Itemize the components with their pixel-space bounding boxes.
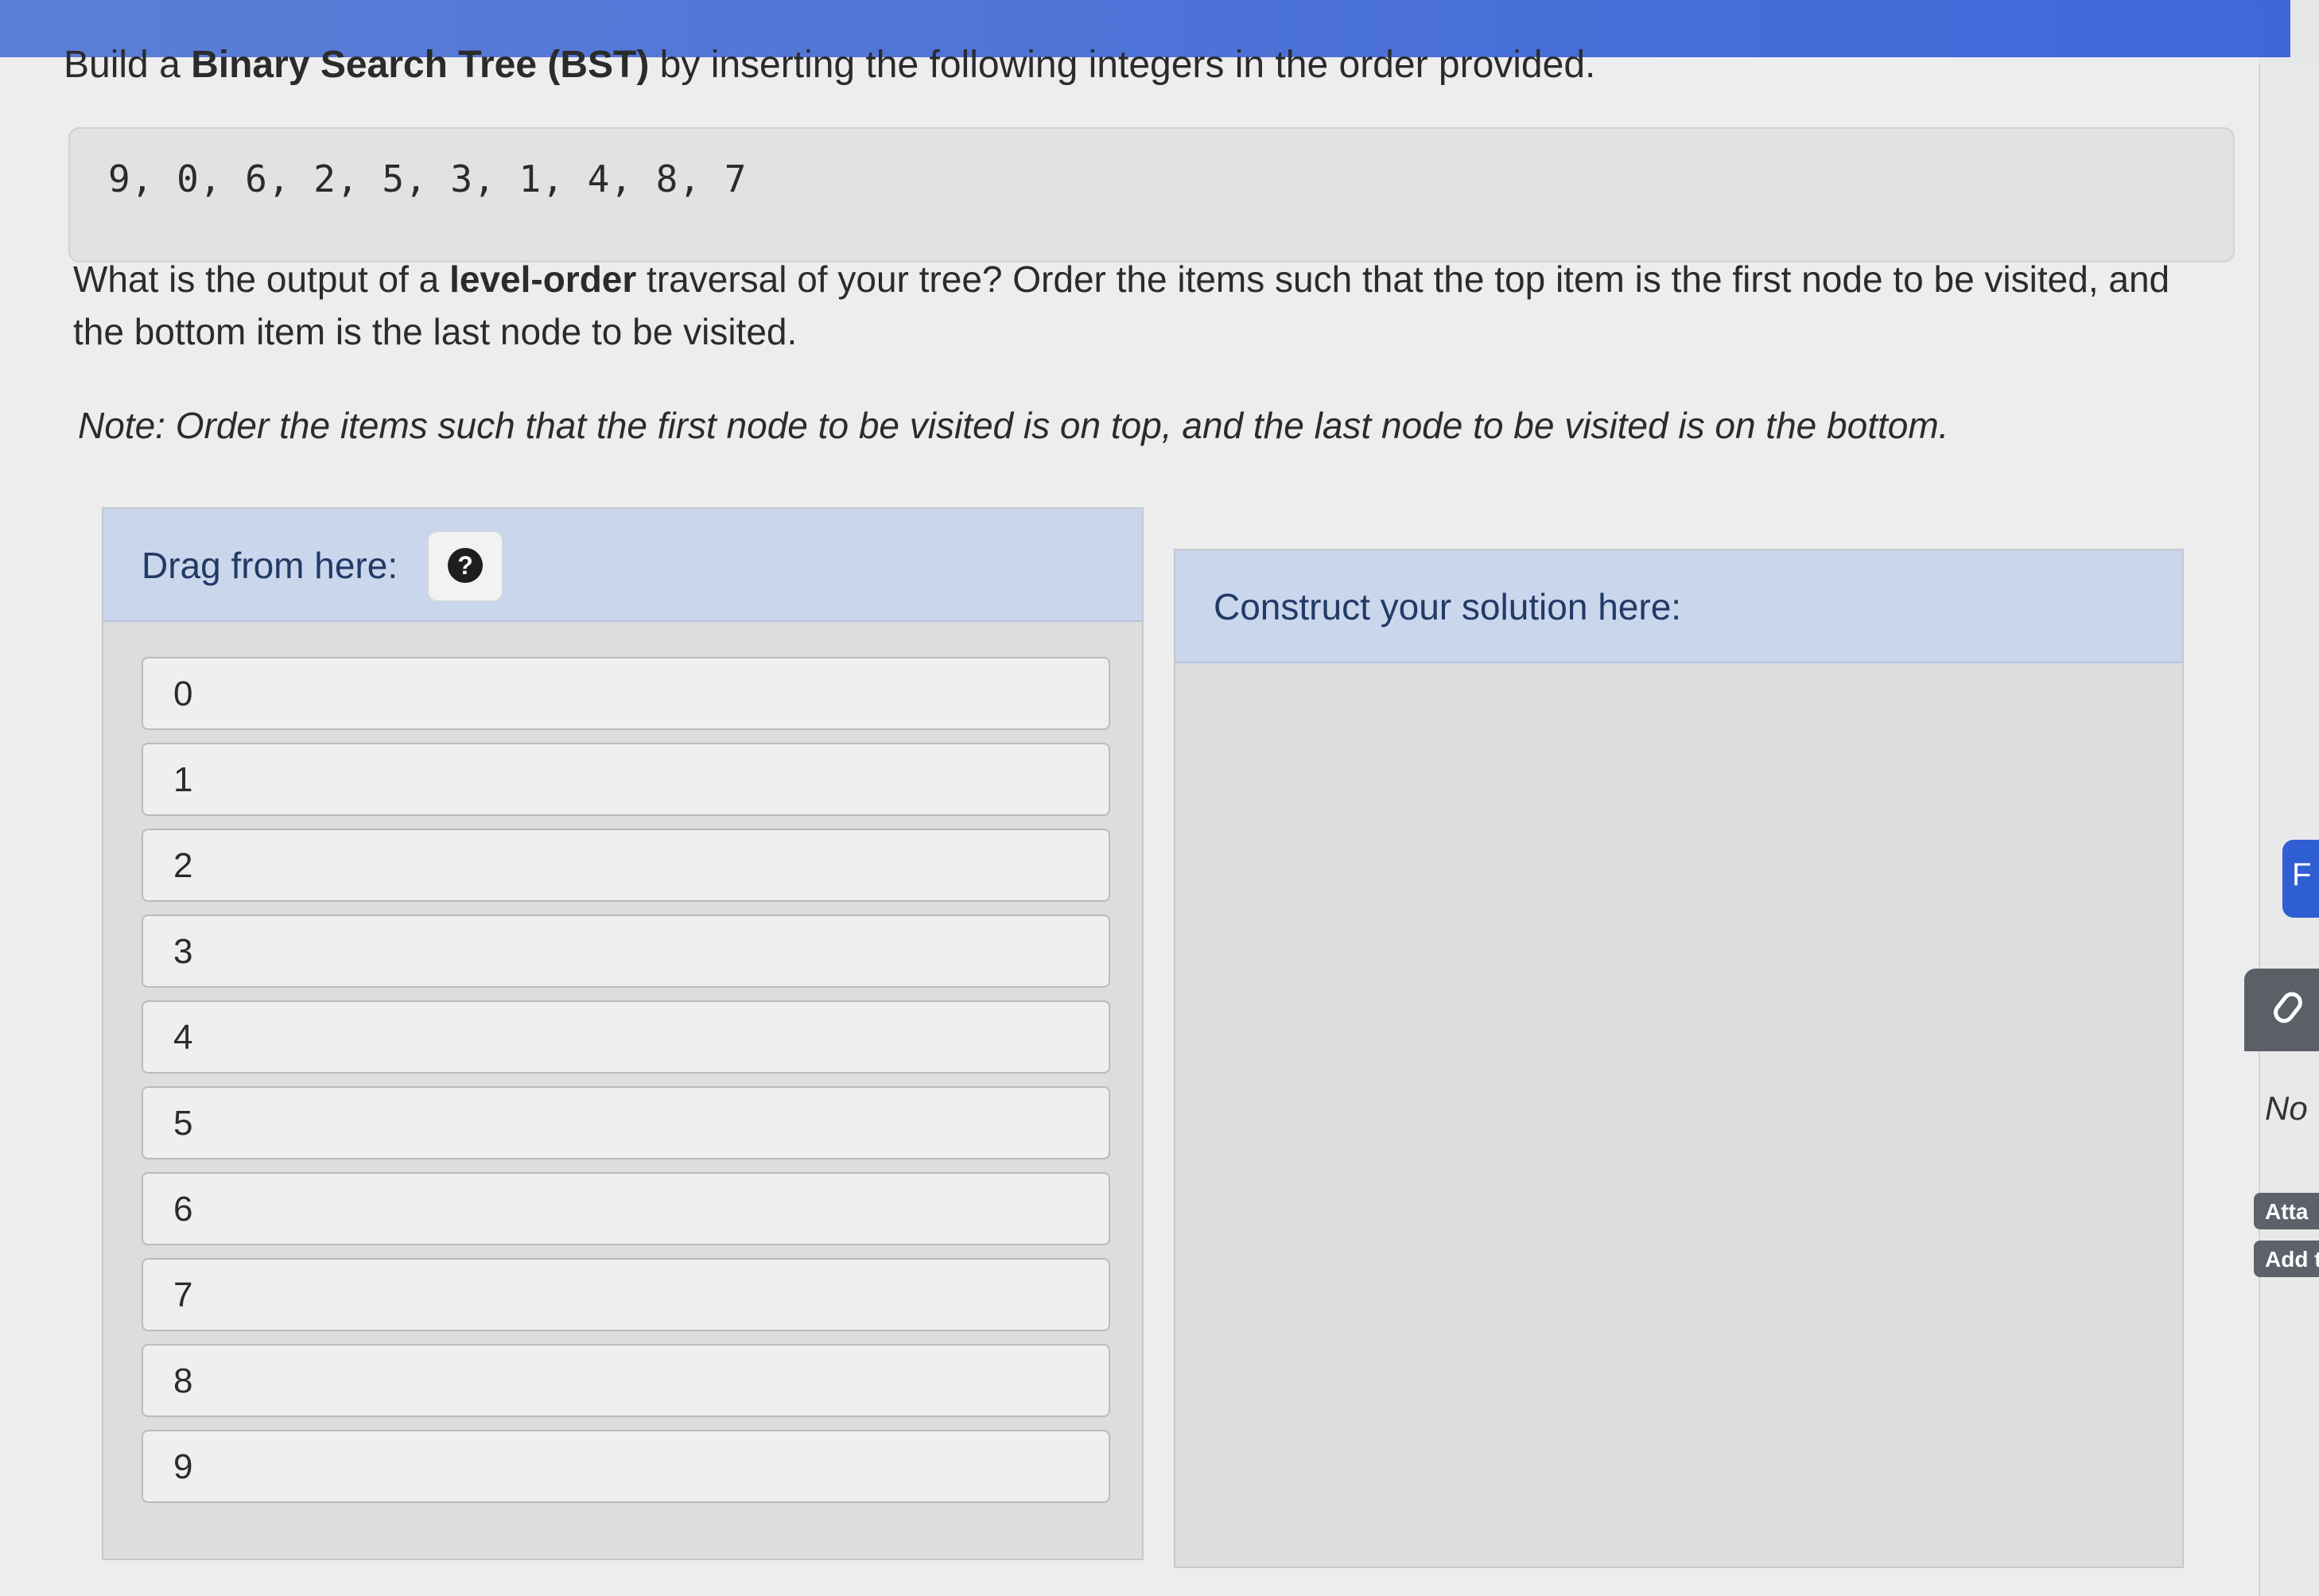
prompt-part1: Build a [64, 44, 192, 86]
attach-button[interactable]: Atta [2254, 1193, 2319, 1229]
paperclip-icon [2269, 988, 2307, 1027]
question-text: What is the output of a level-order trav… [73, 253, 2220, 358]
help-icon: ? [448, 548, 483, 583]
drag-item-label: 4 [173, 1018, 193, 1057]
drag-item[interactable]: 6 [142, 1172, 1110, 1245]
source-panel-header: Drag from here: ? [103, 509, 1142, 622]
solution-panel[interactable]: Construct your solution here: [1174, 549, 2184, 1568]
drag-item-label: 3 [173, 932, 193, 971]
drag-item[interactable]: 3 [142, 914, 1110, 988]
drag-item-label: 2 [173, 846, 193, 885]
drag-item[interactable]: 7 [142, 1258, 1110, 1331]
sequence-text: 9, 0, 6, 2, 5, 3, 1, 4, 8, 7 [108, 157, 748, 200]
drag-item[interactable]: 1 [142, 743, 1110, 816]
side-no-text: No [2265, 1089, 2308, 1127]
sequence-box: 9, 0, 6, 2, 5, 3, 1, 4, 8, 7 [68, 127, 2235, 262]
question-part1: What is the output of a [73, 258, 450, 300]
solution-panel-header: Construct your solution here: [1175, 550, 2182, 663]
prompt-part2: by inserting the following integers in t… [649, 44, 1596, 86]
side-rail [2259, 64, 2319, 1596]
source-panel: Drag from here: ? 0 1 2 3 4 5 6 7 8 9 [102, 507, 1144, 1560]
drag-item[interactable]: 4 [142, 1000, 1110, 1074]
drag-item[interactable]: 0 [142, 657, 1110, 730]
drag-item-label: 5 [173, 1104, 193, 1143]
attach-button-label: Atta [2265, 1199, 2309, 1224]
question-bold: level-order [449, 258, 637, 300]
drag-item-label: 1 [173, 760, 193, 799]
add-button[interactable]: Add t [2254, 1241, 2319, 1277]
drag-item[interactable]: 8 [142, 1344, 1110, 1417]
side-tab-letter: F [2292, 857, 2312, 892]
source-panel-label: Drag from here: [142, 545, 398, 586]
solution-panel-label: Construct your solution here: [1214, 586, 1682, 627]
drag-item[interactable]: 9 [142, 1430, 1110, 1503]
prompt-bold: Binary Search Tree (BST) [191, 44, 650, 86]
drag-item-label: 9 [173, 1447, 193, 1486]
drag-item[interactable]: 5 [142, 1086, 1110, 1159]
drag-item-label: 7 [173, 1276, 193, 1314]
side-blue-tab[interactable]: F [2282, 840, 2319, 918]
question-page: Build a Binary Search Tree (BST) by inse… [0, 0, 2290, 1596]
help-button[interactable]: ? [428, 531, 503, 601]
note-text: Note: Order the items such that the firs… [78, 405, 1949, 446]
source-item-list: 0 1 2 3 4 5 6 7 8 9 [142, 657, 1110, 1516]
prompt-text: Build a Binary Search Tree (BST) by inse… [64, 40, 1595, 91]
drag-item-label: 8 [173, 1361, 193, 1400]
drag-item[interactable]: 2 [142, 829, 1110, 902]
drag-item-label: 6 [173, 1190, 193, 1229]
attachment-tab[interactable] [2244, 969, 2319, 1051]
add-button-label: Add t [2265, 1247, 2319, 1272]
drag-item-label: 0 [173, 674, 193, 713]
